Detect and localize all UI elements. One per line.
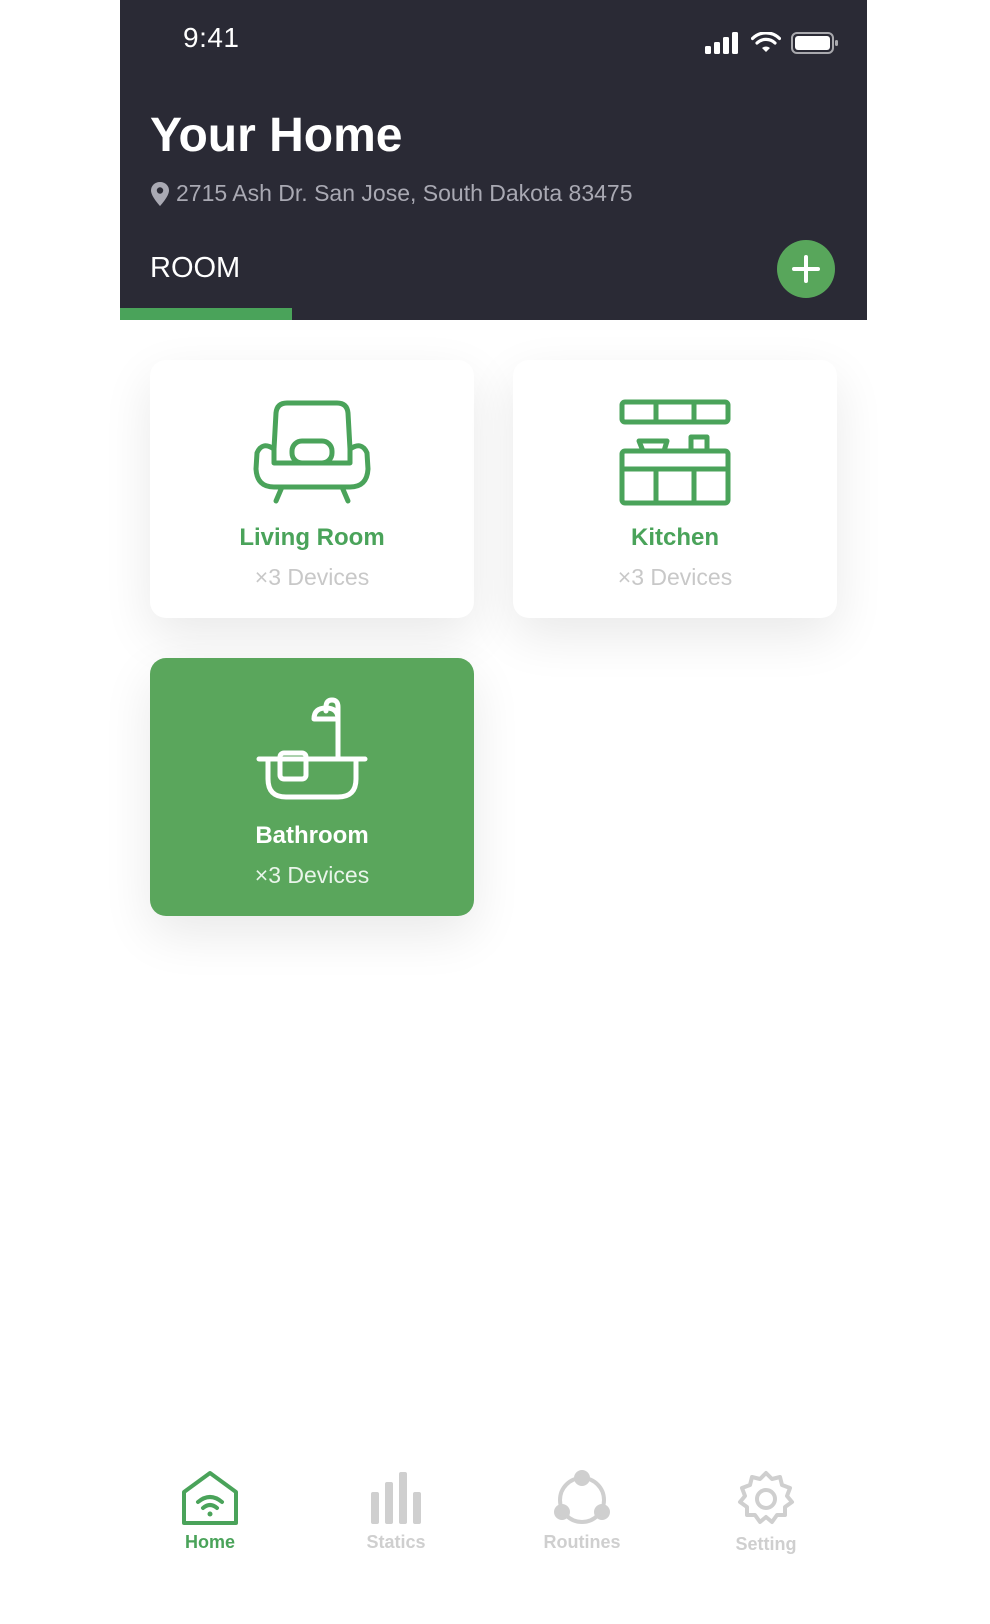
nav-setting[interactable]: Setting (696, 1470, 836, 1555)
nav-label: Setting (735, 1534, 797, 1554)
room-name: Bathroom (255, 822, 369, 849)
room-card-kitchen[interactable]: Kitchen ×3 Devices (513, 360, 837, 618)
room-card-living-room[interactable]: Living Room ×3 Devices (150, 360, 474, 618)
signal-icon (705, 32, 738, 54)
bathtub-icon (256, 696, 368, 806)
nav-home[interactable]: Home (140, 1470, 280, 1553)
header: 9:41 Your Home 2715 Ash Dr. San Jose, So… (120, 0, 867, 320)
room-card-bathroom[interactable]: Bathroom ×3 Devices (150, 658, 474, 916)
nav-label: Routines (543, 1532, 621, 1552)
address: 2715 Ash Dr. San Jose, South Dakota 8347… (150, 180, 633, 207)
page-title: Your Home (150, 109, 403, 162)
tab-underline (120, 308, 292, 320)
nav-statics[interactable]: Statics (326, 1470, 466, 1553)
status-time: 9:41 (183, 22, 240, 53)
tab-room[interactable]: ROOM (150, 252, 240, 285)
plus-icon (792, 255, 820, 283)
room-name: Living Room (239, 524, 385, 551)
routines-icon (554, 1470, 610, 1524)
room-devices: ×3 Devices (617, 564, 733, 590)
battery-icon (791, 32, 838, 54)
add-room-button[interactable] (777, 240, 835, 298)
nav-label: Statics (366, 1532, 426, 1552)
bar-chart-icon (371, 1472, 421, 1524)
bottom-nav: Home Statics Routines Setting (120, 1470, 867, 1590)
gear-icon (738, 1471, 794, 1524)
location-pin-icon (151, 181, 169, 206)
kitchen-icon (619, 398, 731, 508)
wifi-icon (751, 32, 781, 52)
nav-routines[interactable]: Routines (512, 1470, 652, 1553)
home-icon (182, 1471, 238, 1525)
room-name: Kitchen (630, 524, 719, 551)
status-icons (705, 32, 839, 54)
room-devices: ×3 Devices (254, 862, 370, 888)
address-text: 2715 Ash Dr. San Jose, South Dakota 8347… (176, 180, 633, 206)
armchair-icon (252, 398, 372, 508)
room-devices: ×3 Devices (254, 564, 370, 590)
nav-label: Home (184, 1532, 235, 1552)
